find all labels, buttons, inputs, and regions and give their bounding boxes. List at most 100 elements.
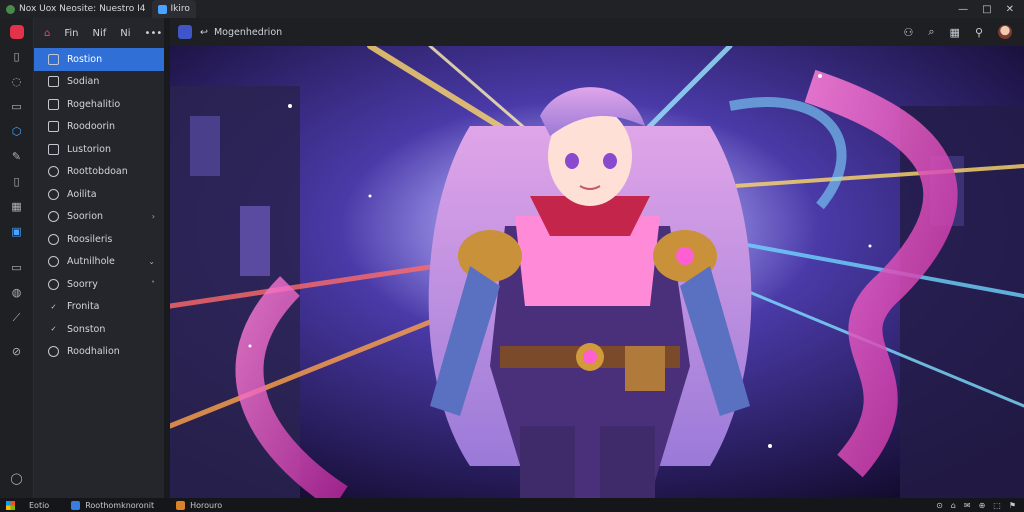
sidebar-item[interactable]: ✓ Fronita — [34, 296, 164, 319]
monitor-icon[interactable]: ▭ — [10, 261, 24, 275]
taskbar-app[interactable]: Roothomknoronit — [63, 500, 162, 510]
cube-icon[interactable]: ⬡ — [10, 125, 24, 139]
folder-icon — [48, 76, 59, 88]
browser-tab-2[interactable]: Ikiro — [151, 0, 196, 18]
sidebar-item[interactable]: Roosileris — [34, 228, 164, 251]
page-icon[interactable]: ▯ — [10, 175, 24, 189]
tab-label: Nox Uox Neosite: Nuestro I4 — [19, 4, 146, 14]
sidebar-item-label: Roosileris — [67, 233, 113, 245]
sidebar-item-label: Aoilita — [67, 188, 97, 200]
sidebar-item[interactable]: Soorion › — [34, 206, 164, 229]
window-controls: — □ ✕ — [958, 4, 1024, 15]
globe-icon — [6, 4, 15, 14]
sidebar-item[interactable]: Rostion — [34, 48, 164, 71]
app-icon — [176, 500, 186, 510]
home-icon[interactable]: ⌂ — [44, 28, 50, 39]
circle-icon — [48, 211, 59, 223]
app-icon — [178, 25, 192, 39]
app-icon — [71, 500, 81, 510]
maximize-button[interactable]: □ — [982, 4, 991, 15]
taskbar-app[interactable]: Eotio — [21, 501, 57, 510]
tray-icon[interactable]: ✉ — [964, 501, 971, 510]
system-tray: ⊙ ⌂ ✉ ⊕ ⬚ ⚑ — [936, 501, 1024, 510]
sidebar-header-item[interactable]: Fin — [64, 28, 78, 39]
check-icon: ✓ — [50, 302, 57, 311]
anime-artwork — [170, 46, 1024, 498]
pen-icon[interactable]: ✎ — [10, 150, 24, 164]
tray-icon[interactable]: ⬚ — [993, 501, 1001, 510]
browser-tab-1[interactable]: Nox Uox Neosite: Nuestro I4 — [0, 0, 152, 18]
avatar[interactable] — [998, 25, 1012, 39]
search-icon[interactable]: ⌕ — [928, 25, 934, 39]
window-icon[interactable]: ▣ — [10, 225, 24, 239]
sidebar-item[interactable]: Roodoorin — [34, 116, 164, 139]
sidebar-item-label: Soorry — [67, 278, 98, 290]
sidebar-item[interactable]: Roottobdoan — [34, 161, 164, 184]
sidebar-item[interactable]: ✓ Sonston — [34, 318, 164, 341]
document-title: Mogenhedrion — [213, 26, 283, 38]
sidebar: ⌂ Fin Nif Ni ••• Rostion Sodian Rogehaliti… — [34, 18, 164, 498]
sidebar-item[interactable]: Lustorion — [34, 138, 164, 161]
brush-icon[interactable]: ⟋ — [10, 311, 24, 325]
tray-icon[interactable]: ⌂ — [951, 501, 956, 510]
sidebar-item-label: Soorion — [67, 211, 104, 223]
sidebar-item-label: Rogehalitio — [67, 98, 121, 110]
file-icon[interactable]: ▯ — [10, 50, 24, 64]
box-icon — [48, 121, 59, 133]
sidebar-item[interactable]: Roodhalion — [34, 341, 164, 364]
taskbar-app-label: Eotio — [29, 500, 50, 510]
tray-icon[interactable]: ⊙ — [936, 501, 943, 510]
circle-icon — [48, 278, 59, 290]
sidebar-item[interactable]: Rogehalitio — [34, 93, 164, 116]
sidebar-list: Rostion Sodian Rogehalitio Roodoorin Lustori… — [34, 48, 164, 363]
circle-icon — [48, 233, 59, 245]
chevron-icon[interactable]: › — [152, 212, 155, 221]
minimize-button[interactable]: — — [958, 4, 968, 15]
user-plus-icon[interactable]: ⚇ — [903, 26, 913, 39]
app-logo[interactable] — [9, 25, 24, 39]
image-icon[interactable]: ▦ — [10, 200, 24, 214]
start-icon[interactable] — [6, 500, 15, 510]
grid-icon — [48, 98, 59, 110]
chevron-icon[interactable]: ˄ — [151, 280, 155, 289]
sidebar-header-item[interactable]: Ni — [120, 28, 130, 39]
tab-label: Ikiro — [170, 4, 190, 14]
chevron-icon[interactable]: ⌄ — [148, 257, 155, 266]
pin-icon[interactable]: ⚲ — [975, 26, 983, 39]
sidebar-item-label: Roottobdoan — [67, 166, 128, 178]
sidebar-item-label: Roodoorin — [67, 121, 116, 133]
sidebar-header-item[interactable]: Nif — [93, 28, 107, 39]
check-icon: ✓ — [50, 325, 57, 334]
taskbar-app-label: Roothomknoronit — [85, 500, 155, 510]
taskbar-app[interactable]: Horouro — [168, 500, 230, 510]
chat-icon[interactable]: ◌ — [10, 75, 24, 89]
toolbar: ↩ Mogenhedrion ⚇ ⌕ ▦ ⚲ — [170, 18, 1024, 46]
toolbar-actions: ⚇ ⌕ ▦ ⚲ — [903, 25, 1024, 39]
sidebar-item-label: Fronita — [67, 301, 100, 313]
close-button[interactable]: ✕ — [1006, 4, 1014, 15]
back-icon[interactable]: ↩ — [200, 27, 208, 38]
sidebar-item-label: Lustorion — [67, 143, 112, 155]
sidebar-item[interactable]: Sodian — [34, 71, 164, 94]
palette-icon[interactable]: ◍ — [10, 286, 24, 300]
sidebar-item[interactable]: Autnilhole ⌄ — [34, 251, 164, 274]
grid-icon[interactable]: ▦ — [950, 26, 960, 39]
tray-icon[interactable]: ⊕ — [979, 501, 986, 510]
main-panel: ↩ Mogenhedrion ⚇ ⌕ ▦ ⚲ — [170, 18, 1024, 498]
doc-icon[interactable]: ▭ — [10, 100, 24, 114]
tray-icon[interactable]: ⚑ — [1009, 501, 1016, 510]
box-icon — [48, 143, 59, 155]
sidebar-item-label: Sonston — [67, 323, 106, 335]
sidebar-item[interactable]: Aoilita — [34, 183, 164, 206]
user-icon — [48, 53, 59, 65]
sidebar-item[interactable]: Soorry ˄ — [34, 273, 164, 296]
image-viewer[interactable] — [170, 46, 1024, 498]
title-bar: Nox Uox Neosite: Nuestro I4 Ikiro — □ ✕ — [0, 0, 1024, 18]
sidebar-item-label: Rostion — [67, 53, 103, 65]
taskbar: Eotio Roothomknoronit Horouro ⊙ ⌂ ✉ ⊕ ⬚ … — [0, 498, 1024, 512]
compass-icon[interactable]: ⊘ — [10, 345, 24, 359]
sidebar-item-label: Sodian — [67, 76, 100, 88]
help-icon[interactable]: ◯ — [10, 472, 24, 486]
more-icon[interactable]: ••• — [145, 28, 163, 39]
sidebar-item-label: Autnilhole — [67, 256, 115, 268]
